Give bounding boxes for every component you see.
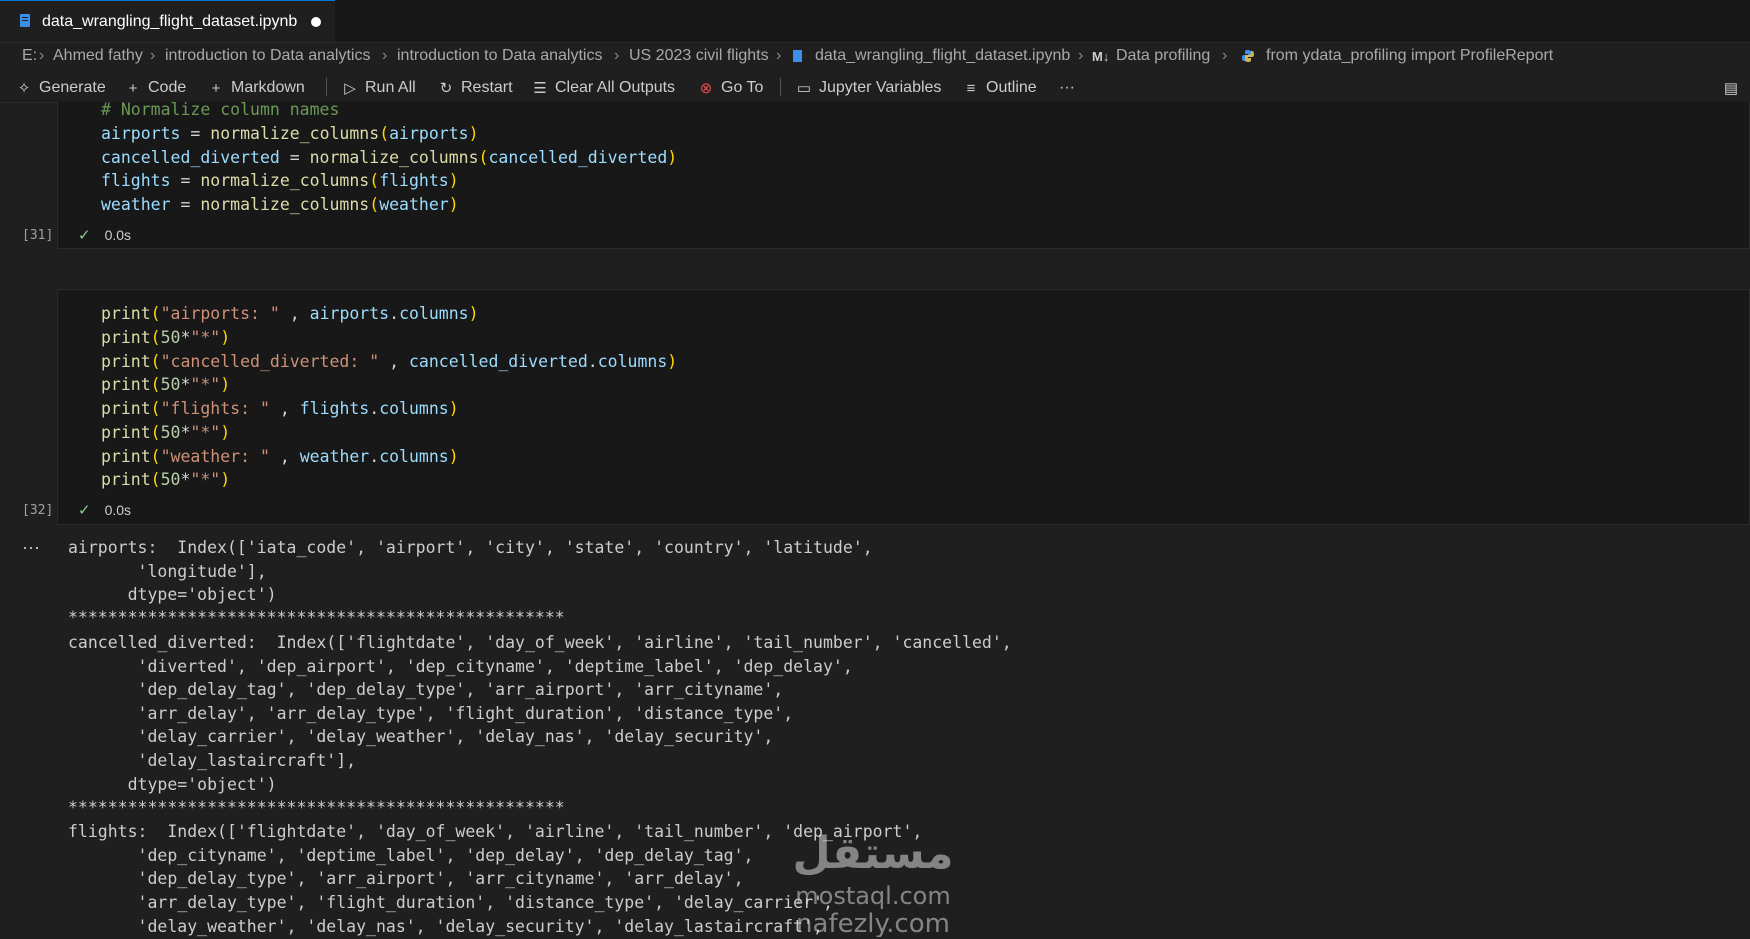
code-line: print("airports: " , airports.columns) — [101, 304, 479, 323]
output-line: 'dep_delay_type', 'arr_airport', 'arr_ci… — [68, 869, 744, 888]
python-icon — [1241, 49, 1255, 68]
check-icon: ✓ — [78, 227, 91, 244]
chevron-right-icon: › — [39, 47, 45, 64]
add-code-button[interactable]: + Code — [124, 77, 187, 99]
restart-button[interactable]: ↻ Restart — [437, 77, 513, 99]
run-all-button[interactable]: ▷ Run All — [341, 77, 416, 99]
more-icon: ··· — [1059, 79, 1075, 96]
outline-icon: ≡ — [966, 79, 976, 97]
code-line: print("flights: " , flights.columns) — [101, 399, 459, 418]
breadcrumb-drive[interactable]: E: — [22, 47, 37, 65]
tab-title: data_wrangling_flight_dataset.ipynb — [42, 13, 298, 30]
code-line: print("cancelled_diverted: " , cancelled… — [101, 352, 678, 371]
breadcrumb-item[interactable]: data_wrangling_flight_dataset.ipynb — [815, 47, 1070, 65]
go-to-label: Go To — [721, 79, 764, 96]
toolbar-divider — [326, 78, 327, 96]
code-line: print(50*"*") — [101, 375, 231, 394]
code-line: print(50*"*") — [101, 328, 231, 347]
output-line: 'arr_delay_type', 'flight_duration', 'di… — [68, 893, 833, 912]
code-line: print(50*"*") — [101, 470, 231, 489]
output-line: ****************************************… — [68, 798, 565, 817]
chevron-right-icon: › — [614, 47, 620, 64]
output-line: 'delay_weather', 'delay_nas', 'delay_sec… — [68, 917, 823, 936]
breadcrumb-item[interactable]: introduction to Data analytics — [165, 47, 370, 65]
chevron-right-icon: › — [776, 47, 782, 64]
code-line: print("weather: " , weather.columns) — [101, 447, 459, 466]
code-line: cancelled_diverted = normalize_columns(c… — [101, 148, 678, 167]
notebook-file-icon — [793, 50, 802, 62]
exec-time: 0.0s — [104, 502, 132, 518]
chevron-right-icon: › — [382, 47, 388, 64]
clear-all-label: Clear All Outputs — [555, 79, 676, 96]
code-line: # Normalize column names — [101, 100, 340, 119]
output-line: dtype='object') — [68, 585, 277, 604]
breadcrumb-item[interactable]: Ahmed fathy — [53, 47, 143, 65]
breadcrumb-item[interactable]: US 2023 civil flights — [629, 47, 769, 65]
error-circle-icon: ⊗ — [699, 80, 713, 97]
restart-icon: ↻ — [439, 80, 453, 97]
sparkle-icon: ✧ — [17, 80, 31, 97]
output-line: 'delay_lastaircraft'], — [68, 751, 357, 770]
breadcrumb: E: › Ahmed fathy › introduction to Data … — [0, 44, 1750, 70]
kernel-picker-button[interactable]: ▤ — [1722, 77, 1746, 99]
generate-label: Generate — [39, 79, 106, 96]
execution-count: [31] — [22, 228, 54, 243]
breadcrumb-item[interactable]: from ydata_profiling import ProfileRepor… — [1266, 47, 1553, 65]
cell-status: ✓ 0.0s — [78, 226, 131, 244]
watermark-arabic: مستقل — [793, 828, 954, 879]
restart-label: Restart — [461, 79, 513, 96]
output-line: 'arr_delay', 'arr_delay_type', 'flight_d… — [68, 704, 794, 723]
variables-icon: ▭ — [796, 80, 812, 97]
toolbar-divider — [780, 78, 781, 96]
tab-notebook[interactable]: data_wrangling_flight_dataset.ipynb — [0, 0, 335, 42]
output-line: 'longitude'], — [68, 562, 267, 581]
jupyter-variables-button[interactable]: ▭ Jupyter Variables — [795, 77, 942, 99]
code-line: weather = normalize_columns(weather) — [101, 195, 459, 214]
add-markdown-button[interactable]: + Markdown — [207, 77, 305, 99]
clear-all-icon: ☰ — [533, 80, 547, 97]
plus-icon: + — [211, 79, 221, 97]
run-all-label: Run All — [365, 79, 416, 96]
markdown-label: Markdown — [231, 79, 305, 96]
outline-label: Outline — [986, 79, 1037, 96]
outline-button[interactable]: ≡ Outline — [962, 77, 1037, 99]
markdown-icon: M↓ — [1092, 49, 1110, 64]
output-line: 'dep_delay_tag', 'dep_delay_type', 'arr_… — [68, 680, 784, 699]
output-line: 'delay_carrier', 'delay_weather', 'delay… — [68, 727, 774, 746]
output-line: dtype='object') — [68, 775, 277, 794]
run-all-icon: ▷ — [344, 80, 356, 97]
code-label: Code — [148, 79, 187, 96]
generate-button[interactable]: ✧ Generate — [15, 77, 106, 99]
code-line: print(50*"*") — [101, 423, 231, 442]
clear-all-outputs-button[interactable]: ☰ Clear All Outputs — [531, 77, 675, 99]
kernel-icon: ▤ — [1723, 80, 1739, 97]
variables-label: Jupyter Variables — [819, 79, 942, 96]
breadcrumb-item[interactable]: Data profiling — [1116, 47, 1210, 65]
execution-count: [32] — [22, 503, 54, 518]
watermark-nafezly: nafezly.com — [796, 909, 950, 937]
chevron-right-icon: › — [150, 47, 156, 64]
plus-icon: + — [128, 79, 138, 97]
exec-time: 0.0s — [104, 227, 132, 243]
unsaved-dot-icon[interactable] — [311, 17, 321, 27]
code-line: flights = normalize_columns(flights) — [101, 171, 459, 190]
output-line: ****************************************… — [68, 608, 565, 627]
notebook-file-icon — [20, 14, 30, 27]
watermark-logo: مستقل mostaql.com nafezly.com — [793, 828, 954, 937]
output-line: 'dep_cityname', 'deptime_label', 'dep_de… — [68, 846, 754, 865]
more-actions-button[interactable]: ··· — [1059, 77, 1075, 99]
chevron-right-icon: › — [1078, 47, 1084, 64]
breadcrumb-item[interactable]: introduction to Data analytics — [397, 47, 602, 65]
go-to-button[interactable]: ⊗ Go To — [697, 77, 764, 99]
code-line: airports = normalize_columns(airports) — [101, 124, 479, 143]
chevron-right-icon: › — [1222, 47, 1228, 64]
watermark-mostaql: mostaql.com — [795, 882, 950, 910]
output-line: airports: Index(['iata_code', 'airport',… — [68, 538, 873, 557]
check-icon: ✓ — [78, 502, 91, 519]
cell-status: ✓ 0.0s — [78, 501, 131, 519]
output-line: cancelled_diverted: Index(['flightdate',… — [68, 633, 1012, 652]
output-line: 'diverted', 'dep_airport', 'dep_cityname… — [68, 657, 853, 676]
output-menu-icon[interactable]: ··· — [22, 537, 40, 558]
tab-bar: data_wrangling_flight_dataset.ipynb — [0, 0, 1750, 43]
